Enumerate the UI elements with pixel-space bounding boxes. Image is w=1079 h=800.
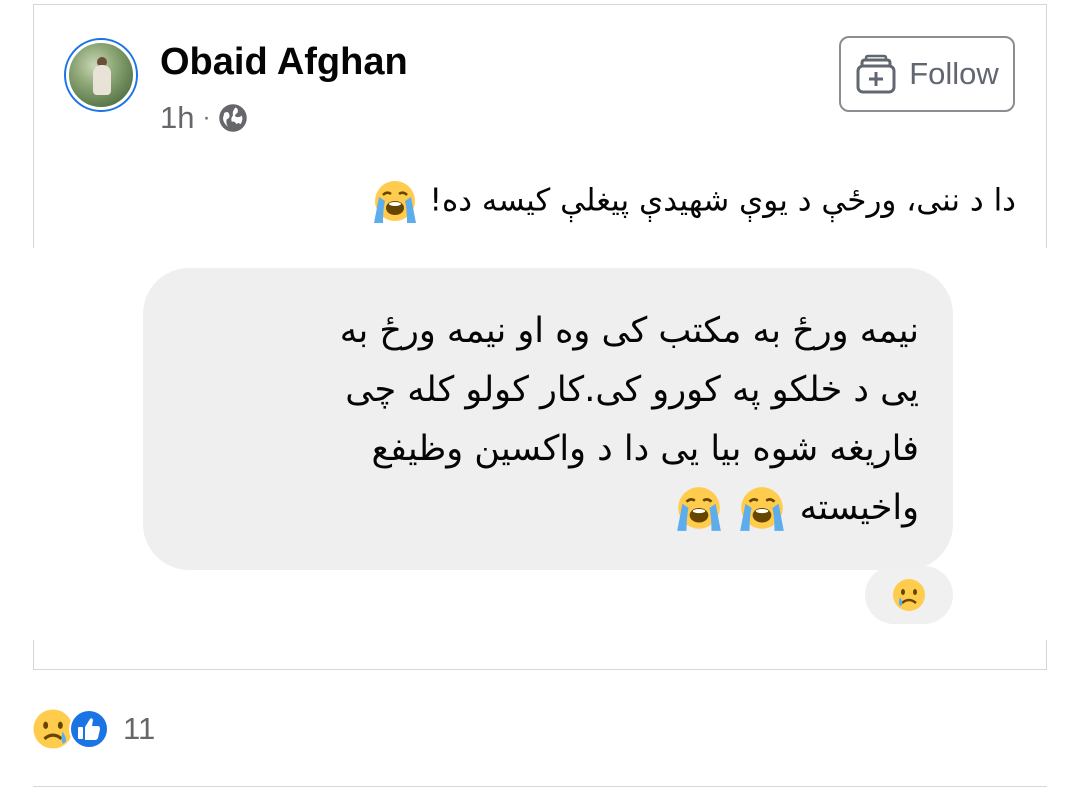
message-reaction-pill[interactable] <box>865 566 953 624</box>
add-to-feed-icon <box>856 54 896 94</box>
message-line: فاریغه شوه بیا یی دا د واکسین وظیفع <box>371 429 919 469</box>
post-time[interactable]: 1h <box>160 100 194 136</box>
meta-separator: · <box>202 104 211 131</box>
reactions-summary[interactable]: 11 <box>31 707 155 751</box>
post-card: Obaid Afghan 1h · Follow دا د ننی، ورځې … <box>33 4 1047 248</box>
crying-face-icon <box>740 487 785 531</box>
globe-icon <box>219 104 248 132</box>
message-line: واخیسته <box>799 488 919 528</box>
message-line: نیمه ورځ به مکتب کی وه او نیمه ورځ به <box>339 311 919 351</box>
reaction-count: 11 <box>123 711 156 746</box>
post-caption: دا د ننی، ورځې د یوې شهیدې پیغلې کیسه ده… <box>429 182 1016 219</box>
follow-button[interactable]: Follow <box>839 36 1015 112</box>
shared-message-text: نیمه ورځ به مکتب کی وه او نیمه ورځ به یی… <box>203 302 919 538</box>
bottom-divider <box>33 786 1047 787</box>
message-line-last: واخیسته <box>203 479 919 538</box>
message-line: یی د خلکو په کورو کی.کار کولو کله چی <box>345 370 919 410</box>
crying-face-icon <box>677 487 722 531</box>
post-meta: 1h · <box>160 100 248 136</box>
follow-label: Follow <box>909 56 999 91</box>
author-avatar[interactable] <box>64 38 138 112</box>
avatar-photo <box>66 40 136 110</box>
sad-face-icon <box>893 579 925 611</box>
crying-face-icon <box>373 181 416 223</box>
shared-message-bubble: نیمه ورځ به مکتب کی وه او نیمه ورځ به یی… <box>143 268 953 570</box>
post-divider <box>33 640 1047 670</box>
post-caption-row: دا د ننی، ورځې د یوې شهیدې پیغلې کیسه ده… <box>370 179 1016 225</box>
like-icon <box>69 709 109 749</box>
author-name[interactable]: Obaid Afghan <box>160 41 408 84</box>
